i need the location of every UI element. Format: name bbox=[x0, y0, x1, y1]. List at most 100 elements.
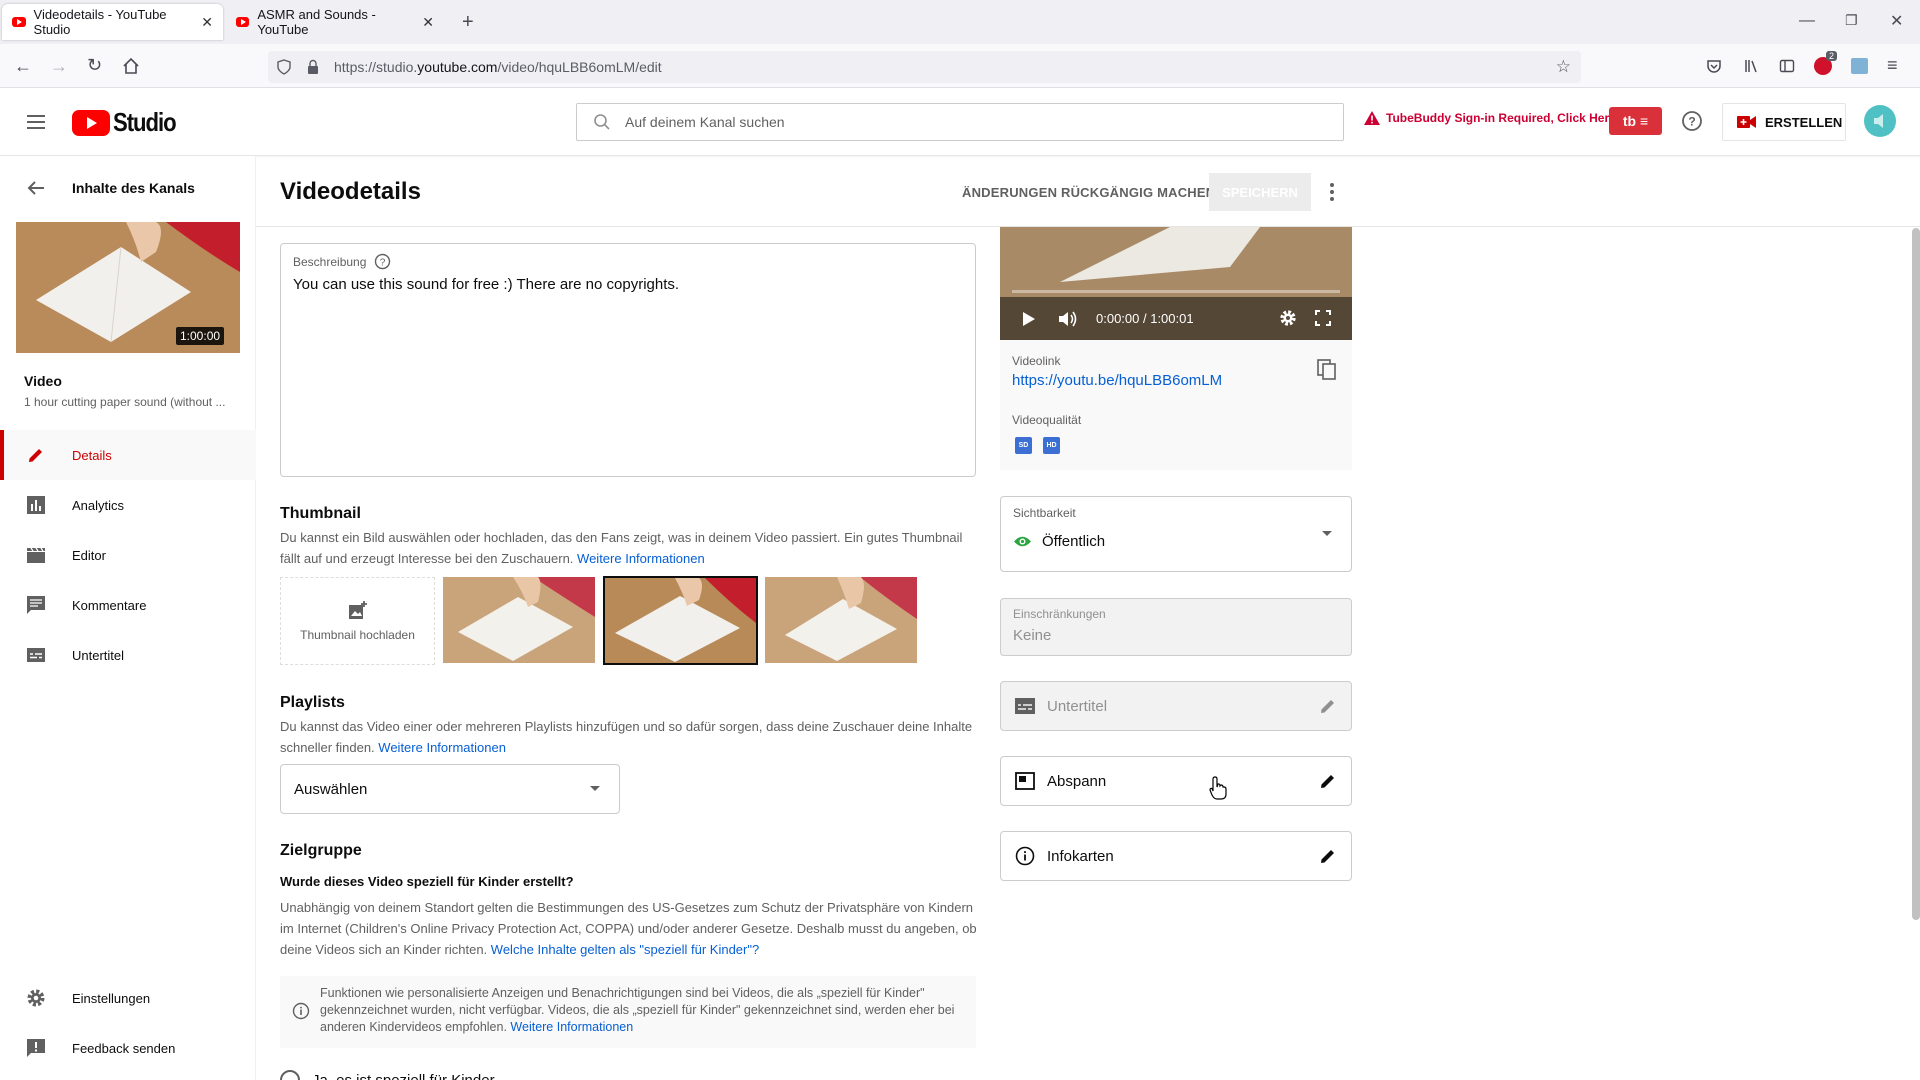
audience-info: Funktionen wie personalisierte Anzeigen … bbox=[320, 985, 970, 1036]
hamburger-icon[interactable] bbox=[24, 110, 48, 134]
avatar[interactable] bbox=[1864, 105, 1896, 137]
bookmark-star-icon[interactable]: ☆ bbox=[1556, 57, 1571, 77]
endscreen-icon bbox=[1015, 772, 1035, 790]
search-icon bbox=[594, 114, 610, 130]
lock-icon bbox=[308, 59, 318, 74]
copy-icon[interactable] bbox=[1317, 359, 1337, 381]
radio-yes-label: Ja, es ist speziell für Kinder bbox=[312, 1071, 495, 1080]
visibility-label: Sichtbarkeit bbox=[1013, 506, 1076, 520]
sidebar-toggle-icon[interactable] bbox=[1779, 58, 1795, 74]
edit-pencil-icon[interactable] bbox=[1319, 697, 1337, 715]
clapperboard-icon bbox=[24, 543, 48, 567]
info-icon bbox=[1015, 846, 1035, 866]
thumbnail-title: Thumbnail bbox=[280, 505, 361, 522]
tubebuddy-warning[interactable]: TubeBuddy Sign-in Required, Click Here bbox=[1364, 111, 1616, 125]
create-button[interactable]: ERSTELLEN bbox=[1722, 103, 1846, 141]
reload-icon[interactable]: ↻ bbox=[87, 55, 102, 76]
thumbnail-option-2-selected[interactable] bbox=[603, 576, 758, 665]
back-to-content-label[interactable]: Inhalte des Kanals bbox=[72, 180, 195, 196]
page-scrollbar[interactable] bbox=[1912, 228, 1920, 920]
thumbnail-option-3[interactable] bbox=[765, 577, 917, 663]
sidebar-item-editor[interactable]: Editor bbox=[0, 530, 256, 580]
sidebar-item-comments[interactable]: Kommentare bbox=[0, 580, 256, 630]
dropdown-arrow-icon bbox=[590, 786, 600, 791]
svg-text:?: ? bbox=[1688, 115, 1695, 129]
thumbnail-learn-more-link[interactable]: Weitere Informationen bbox=[577, 551, 705, 566]
comment-icon bbox=[24, 593, 48, 617]
help-circle-icon[interactable]: ? bbox=[374, 253, 391, 270]
play-icon[interactable] bbox=[1022, 311, 1036, 327]
studio-logo[interactable]: Studio bbox=[72, 107, 187, 138]
extension-icon[interactable] bbox=[1851, 58, 1868, 74]
audience-info-link[interactable]: Weitere Informationen bbox=[510, 1020, 633, 1034]
youtube-favicon-icon bbox=[12, 17, 26, 27]
sidebar-item-settings[interactable]: Einstellungen bbox=[0, 973, 256, 1023]
fullscreen-icon[interactable] bbox=[1315, 310, 1331, 326]
edit-pencil-icon[interactable] bbox=[1319, 847, 1337, 865]
upload-thumbnail-button[interactable]: Thumbnail hochladen bbox=[280, 577, 435, 665]
subtitles-card[interactable]: Untertitel bbox=[1000, 681, 1352, 731]
visibility-value-row: Öffentlich bbox=[1013, 533, 1105, 550]
new-tab-icon[interactable]: + bbox=[462, 11, 474, 34]
sidebar-item-details[interactable]: Details bbox=[0, 430, 256, 480]
close-tab-icon[interactable]: ✕ bbox=[201, 14, 213, 31]
upload-thumbnail-label: Thumbnail hochladen bbox=[300, 628, 415, 642]
player-settings-gear-icon[interactable] bbox=[1279, 309, 1297, 327]
youtube-logo-icon bbox=[72, 109, 110, 136]
sidebar-item-feedback[interactable]: Feedback senden bbox=[0, 1023, 256, 1073]
sidebar-item-subtitles[interactable]: Untertitel bbox=[0, 630, 256, 680]
help-icon[interactable]: ? bbox=[1680, 109, 1704, 133]
save-button[interactable]: SPEICHERN bbox=[1209, 173, 1311, 211]
close-tab-icon[interactable]: ✕ bbox=[422, 14, 434, 31]
endscreen-card[interactable]: Abspann bbox=[1000, 756, 1352, 806]
close-window-icon[interactable]: ✕ bbox=[1890, 11, 1903, 31]
forward-icon[interactable]: → bbox=[50, 56, 68, 77]
tab-title: ASMR and Sounds - YouTube bbox=[257, 7, 376, 37]
sidebar-item-label: Editor bbox=[72, 547, 106, 563]
hand-cursor-icon bbox=[1209, 776, 1227, 800]
add-photo-icon bbox=[348, 601, 367, 619]
tubebuddy-menu-icon[interactable]: tb ≡ bbox=[1609, 107, 1662, 135]
description-label: Beschreibung bbox=[293, 254, 367, 269]
thumbnail-option-1[interactable] bbox=[443, 577, 595, 663]
channel-search-input[interactable]: Auf deinem Kanal suchen bbox=[576, 103, 1344, 141]
playlist-select[interactable]: Auswählen bbox=[280, 764, 620, 814]
edit-pencil-icon[interactable] bbox=[1319, 772, 1337, 790]
menu-icon[interactable]: ≡ bbox=[1887, 55, 1898, 76]
pencil-icon bbox=[24, 443, 48, 467]
pocket-icon[interactable] bbox=[1706, 58, 1722, 74]
tubebuddy-warning-text: TubeBuddy Sign-in Required, Click Here bbox=[1386, 111, 1616, 125]
minimize-icon[interactable]: — bbox=[1799, 12, 1815, 30]
svg-text:?: ? bbox=[380, 257, 386, 268]
sidebar-item-label: Einstellungen bbox=[72, 990, 151, 1006]
playlists-learn-more-link[interactable]: Weitere Informationen bbox=[378, 740, 506, 755]
more-options-icon[interactable] bbox=[1322, 180, 1342, 204]
audience-learn-more-link[interactable]: Welche Inhalte gelten als "speziell für … bbox=[491, 942, 759, 957]
youtube-favicon-icon bbox=[236, 17, 250, 27]
progress-track[interactable] bbox=[1012, 290, 1340, 293]
warning-icon bbox=[1364, 111, 1380, 125]
back-icon[interactable]: ← bbox=[14, 56, 32, 77]
video-player[interactable]: 0:00:00 / 1:00:01 bbox=[1000, 227, 1352, 340]
tab-asmr[interactable]: ASMR and Sounds - YouTube ✕ bbox=[226, 4, 444, 40]
sidebar-item-analytics[interactable]: Analytics bbox=[0, 480, 256, 530]
sidebar-item-label: Kommentare bbox=[72, 597, 147, 613]
thumbnail-description: Du kannst ein Bild auswählen oder hochla… bbox=[280, 527, 980, 569]
url-bar[interactable]: https://studio. youtube.com/video/hquLBB6… bbox=[268, 51, 1581, 83]
videolink-url[interactable]: https://youtu.be/hquLBB6omLM bbox=[1012, 372, 1222, 389]
info-cards-card[interactable]: Infokarten bbox=[1000, 831, 1352, 881]
restore-icon[interactable]: ❐ bbox=[1845, 12, 1858, 29]
radio-circle-icon[interactable] bbox=[280, 1070, 300, 1080]
undo-changes-button[interactable]: ÄNDERUNGEN RÜCKGÄNGIG MACHEN bbox=[962, 185, 1215, 200]
sd-badge: SD bbox=[1015, 437, 1032, 454]
description-value: You can use this sound for free :) There… bbox=[293, 276, 680, 293]
volume-icon[interactable] bbox=[1058, 310, 1078, 328]
library-icon[interactable] bbox=[1744, 58, 1760, 74]
radio-made-for-kids[interactable]: Ja, es ist speziell für Kinder bbox=[280, 1070, 495, 1080]
home-icon[interactable] bbox=[122, 57, 140, 75]
back-arrow-icon[interactable] bbox=[24, 176, 48, 200]
description-label-row: Beschreibung ? bbox=[293, 253, 391, 270]
audience-description: Unabhängig von deinem Standort gelten di… bbox=[280, 897, 980, 960]
subtitles-icon bbox=[24, 643, 48, 667]
tab-videodetails[interactable]: Videodetails - YouTube Studio ✕ bbox=[2, 4, 223, 40]
